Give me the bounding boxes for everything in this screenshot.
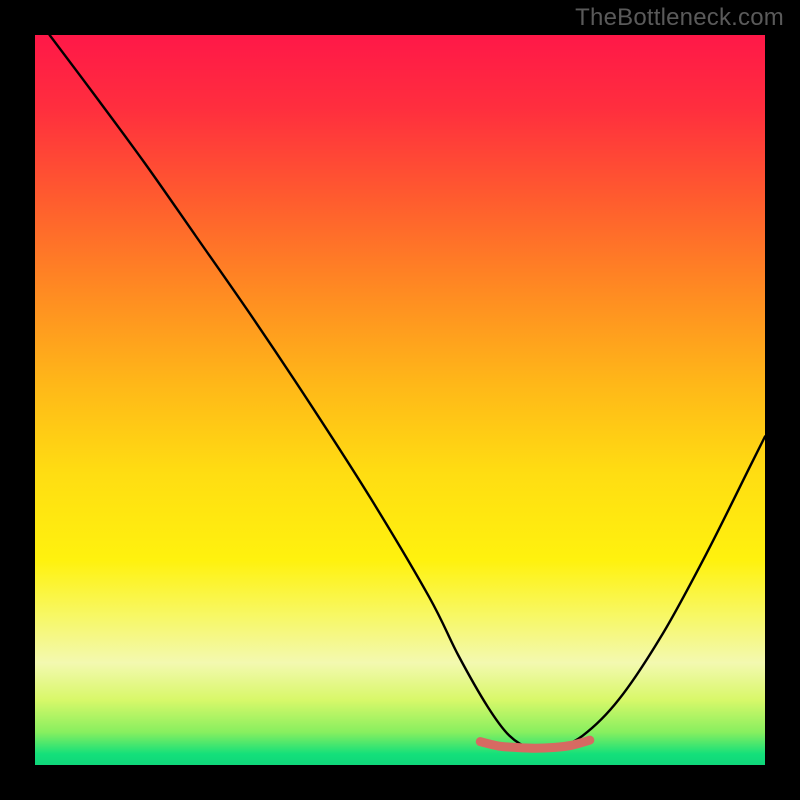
plot-area — [35, 35, 765, 765]
watermark-text: TheBottleneck.com — [575, 4, 784, 32]
chart-svg — [35, 35, 765, 765]
